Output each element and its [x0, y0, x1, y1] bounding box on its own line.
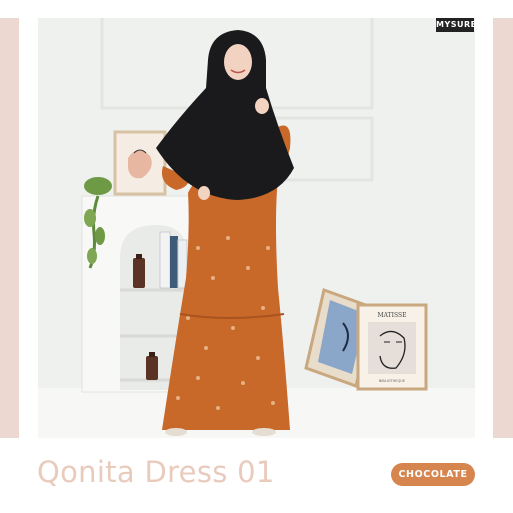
product-title: Qonita Dress 01: [37, 455, 275, 489]
framed-picture: [113, 130, 167, 196]
variant-badge[interactable]: CHOCOLATE: [391, 463, 475, 486]
matisse-poster: MATISSE BIBLIOTHEQUE: [356, 303, 428, 391]
amber-bottle-icon: [146, 356, 158, 380]
amber-bottle-icon: [133, 258, 145, 288]
right-accent-bar: [493, 18, 513, 438]
product-photo-illustration: MATISSE BIBLIOTHEQUE: [38, 18, 475, 438]
product-photo: MATISSE BIBLIOTHEQUE MYSURE: [38, 18, 475, 438]
poster-title: MATISSE: [377, 312, 406, 319]
poster-footer: BIBLIOTHEQUE: [379, 379, 405, 383]
brand-logo: MYSURE: [436, 18, 475, 32]
left-accent-bar: [0, 18, 19, 438]
